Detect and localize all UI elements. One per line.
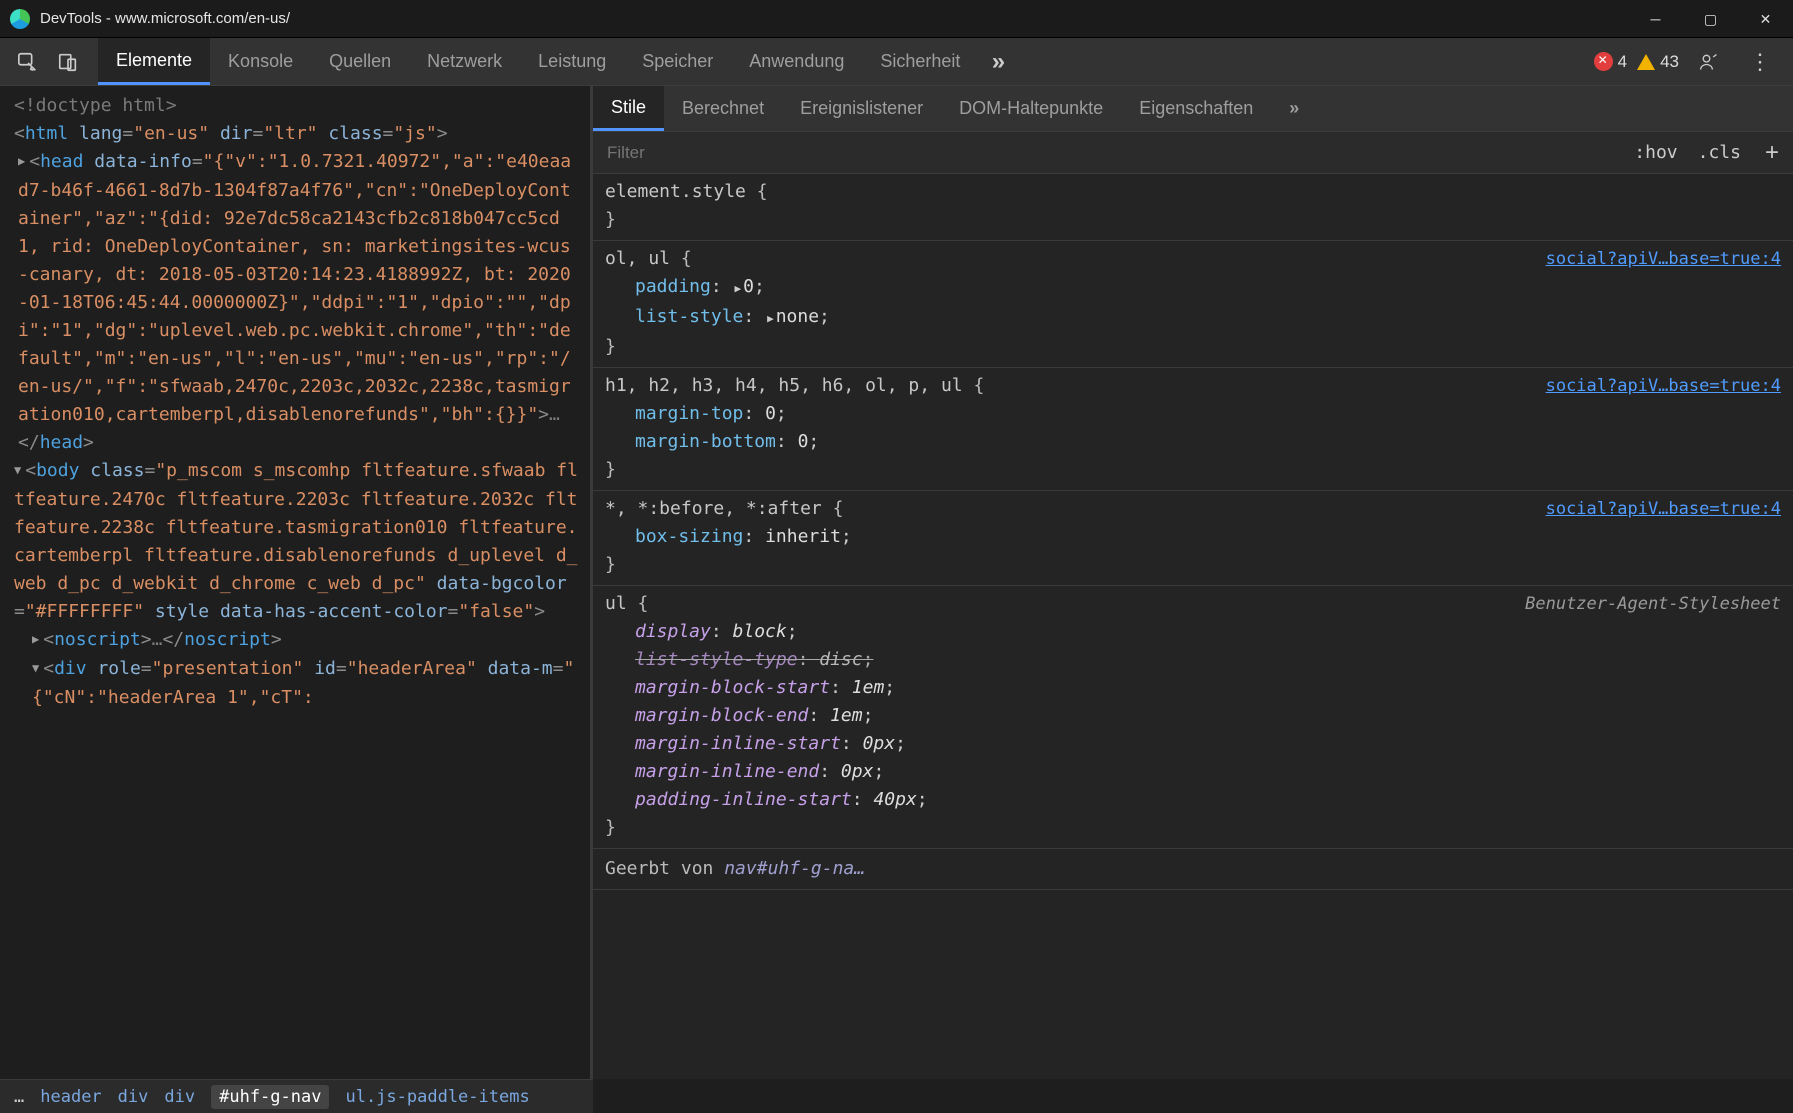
inherited-node-link[interactable]: nav#uhf-g-na… (724, 858, 865, 879)
css-rules-list[interactable]: element.style {}social?apiV…base=true:4o… (593, 174, 1793, 1079)
dom-breadcrumb[interactable]: … header divdiv #uhf-g-nav ul.js-paddle-item… (0, 1079, 593, 1113)
inherited-from-bar: Geerbt von nav#uhf-g-na… (593, 849, 1793, 890)
noscript-node[interactable]: ▶<noscript>…</noscript> (14, 626, 580, 655)
styles-filter-input[interactable] (593, 143, 1624, 163)
inspect-icon[interactable] (8, 38, 48, 86)
window-controls: ─ ▢ ✕ (1628, 0, 1793, 38)
main-tab-netzwerk[interactable]: Netzwerk (409, 38, 520, 85)
warning-count-badge[interactable]: 43 (1637, 52, 1679, 72)
breadcrumb-item[interactable]: div (118, 1087, 149, 1107)
edge-icon (10, 9, 30, 29)
cls-toggle[interactable]: .cls (1688, 142, 1751, 163)
rule-source-link[interactable]: social?apiV…base=true:4 (1546, 495, 1781, 523)
div-headerarea-node[interactable]: ▼<div role="presentation" id="headerArea… (14, 655, 580, 712)
css-rule-block[interactable]: Benutzer-Agent-Stylesheetul {display: bl… (593, 586, 1793, 849)
breadcrumb-item[interactable]: div (164, 1087, 195, 1107)
dom-tree-panel[interactable]: <!doctype html> <html lang="en-us" dir="… (0, 86, 593, 1079)
styles-tab-ereignislistener[interactable]: Ereignislistener (782, 86, 941, 131)
main-tab-anwendung[interactable]: Anwendung (731, 38, 862, 85)
doctype-node[interactable]: <!doctype html> (14, 92, 580, 120)
close-button[interactable]: ✕ (1738, 0, 1793, 38)
devtools-toolbar: ElementeKonsoleQuellenNetzwerkLeistungSp… (0, 38, 1793, 86)
hov-toggle[interactable]: :hov (1624, 142, 1687, 163)
main-tab-elemente[interactable]: Elemente (98, 38, 210, 85)
warning-icon (1637, 54, 1655, 70)
styles-more-chevron-icon[interactable]: » (1271, 86, 1317, 131)
breadcrumb-item[interactable]: header (40, 1087, 101, 1107)
maximize-button[interactable]: ▢ (1683, 0, 1738, 38)
styles-tab-eigenschaften[interactable]: Eigenschaften (1121, 86, 1271, 131)
breadcrumb-item[interactable]: ul.js-paddle-items (345, 1087, 529, 1107)
styles-tab-dom-haltepunkte[interactable]: DOM-Haltepunkte (941, 86, 1121, 131)
head-node[interactable]: ▶<head data-info="{"v":"1.0.7321.40972",… (14, 148, 580, 457)
styles-tabs: StileBerechnetEreignislistenerDOM-Haltep… (593, 86, 1793, 132)
window-titlebar: DevTools - www.microsoft.com/en-us/ ─ ▢ … (0, 0, 1793, 38)
warning-count: 43 (1660, 52, 1679, 72)
error-icon (1594, 52, 1613, 71)
rule-source-link[interactable]: social?apiV…base=true:4 (1546, 372, 1781, 400)
css-rule-block[interactable]: element.style {} (593, 174, 1793, 241)
minimize-button[interactable]: ─ (1628, 0, 1683, 38)
main-tab-sicherheit[interactable]: Sicherheit (862, 38, 978, 85)
styles-filter-row: :hov .cls + (593, 132, 1793, 174)
error-count: 4 (1618, 52, 1627, 72)
styles-panel: StileBerechnetEreignislistenerDOM-Haltep… (593, 86, 1793, 1079)
ua-stylesheet-label: Benutzer-Agent-Stylesheet (1525, 590, 1781, 618)
css-rule-block[interactable]: social?apiV…base=true:4h1, h2, h3, h4, h… (593, 368, 1793, 491)
body-node[interactable]: ▼<body class="p_mscom s_mscomhp fltfeatu… (14, 457, 580, 626)
breadcrumb-item[interactable]: … (14, 1087, 24, 1107)
window-title: DevTools - www.microsoft.com/en-us/ (40, 10, 290, 27)
styles-tab-stile[interactable]: Stile (593, 86, 664, 131)
more-tabs-chevron-icon[interactable]: » (978, 38, 1018, 86)
feedback-icon[interactable] (1689, 38, 1729, 86)
error-count-badge[interactable]: 4 (1594, 52, 1627, 72)
main-tab-leistung[interactable]: Leistung (520, 38, 624, 85)
main-tab-konsole[interactable]: Konsole (210, 38, 311, 85)
css-rule-block[interactable]: social?apiV…base=true:4*, *:before, *:af… (593, 491, 1793, 586)
html-node[interactable]: <html lang="en-us" dir="ltr" class="js"> (14, 120, 580, 148)
styles-tab-berechnet[interactable]: Berechnet (664, 86, 782, 131)
main-tabs: ElementeKonsoleQuellenNetzwerkLeistungSp… (98, 38, 978, 85)
kebab-menu-icon[interactable]: ⋮ (1739, 38, 1779, 86)
main-tab-quellen[interactable]: Quellen (311, 38, 409, 85)
new-rule-button[interactable]: + (1751, 139, 1793, 167)
rule-source-link[interactable]: social?apiV…base=true:4 (1546, 245, 1781, 273)
main-tab-speicher[interactable]: Speicher (624, 38, 731, 85)
css-rule-block[interactable]: social?apiV…base=true:4ol, ul {padding: … (593, 241, 1793, 368)
breadcrumb-item[interactable]: #uhf-g-nav (211, 1085, 329, 1109)
device-toggle-icon[interactable] (48, 38, 88, 86)
